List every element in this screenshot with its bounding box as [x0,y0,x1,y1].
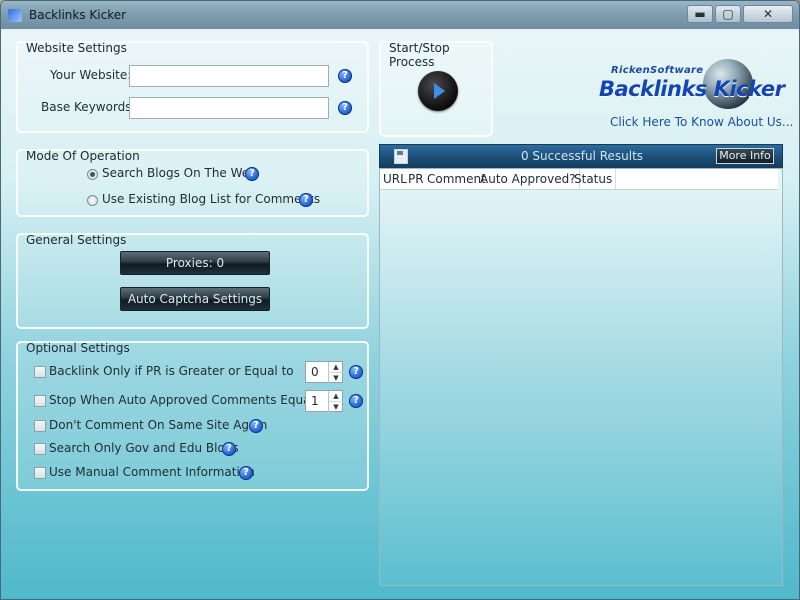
min-pr-stepper[interactable]: 0 ▲ ▼ [305,361,343,383]
checkbox-same-site-label[interactable]: Don't Comment On Same Site Again [49,418,267,432]
app-icon [8,9,22,22]
spin-down-icon[interactable]: ▼ [328,401,343,412]
stop-count-stepper[interactable]: 1 ▲ ▼ [305,390,343,412]
help-icon[interactable]: ? [249,419,263,433]
about-us-link[interactable]: Click Here To Know About Us... [610,115,793,129]
checkbox-manual-comment[interactable] [34,467,46,479]
checkbox-manual-comment-label[interactable]: Use Manual Comment Information [49,465,255,479]
checkbox-stop-auto-approved[interactable] [34,395,46,407]
column-status[interactable]: Status [571,169,617,189]
spin-up-icon[interactable]: ▲ [328,362,343,372]
help-icon[interactable]: ? [338,101,352,115]
spin-up-icon[interactable]: ▲ [328,391,343,401]
mode-of-operation-title: Mode Of Operation [26,149,140,163]
website-settings-title: Website Settings [26,41,127,55]
window-title: Backlinks Kicker [29,8,127,22]
base-keywords-label: Base Keywords: [41,100,136,114]
brand-logo: RickenSoftware Backlinks Kicker [599,59,785,123]
spin-down-icon[interactable]: ▼ [328,372,343,383]
start-stop-title: Start/Stop Process [389,41,450,69]
radio-existing-blog-list-label[interactable]: Use Existing Blog List for Comments [102,192,320,206]
optional-settings-title: Optional Settings [26,341,130,355]
mode-of-operation-group: Mode Of Operation Search Blogs On The We… [16,149,369,217]
optional-settings-group: Optional Settings Backlink Only if PR is… [16,341,369,491]
close-button[interactable]: ✕ [743,5,793,23]
results-column-headers: URL PR Comment Auto Approved? Status [380,169,778,190]
help-icon[interactable]: ? [245,167,259,181]
general-settings-group: General Settings Proxies: 0 Auto Captcha… [16,233,369,329]
checkbox-min-pr-label[interactable]: Backlink Only if PR is Greater or Equal … [49,364,294,378]
start-stop-button[interactable] [418,71,458,111]
radio-existing-blog-list[interactable] [87,195,98,206]
app-window: Backlinks Kicker ▬ ▢ ✕ Website Settings … [0,0,800,600]
your-website-label: Your Website: [50,68,132,82]
help-icon[interactable]: ? [299,193,313,207]
min-pr-value[interactable]: 0 [311,365,319,379]
your-website-input[interactable] [129,65,329,87]
website-settings-group: Website Settings Your Website: ? Base Ke… [16,41,369,133]
base-keywords-input[interactable] [129,97,329,119]
checkbox-same-site[interactable] [34,420,46,432]
logo-company-text: RickenSoftware [611,65,704,76]
minimize-button[interactable]: ▬ [687,5,713,23]
checkbox-gov-edu-label[interactable]: Search Only Gov and Edu Blogs [49,441,239,455]
checkbox-gov-edu[interactable] [34,443,46,455]
results-table[interactable]: URL PR Comment Auto Approved? Status [379,168,783,586]
stop-count-value[interactable]: 1 [311,394,319,408]
logo-product-text: Backlinks Kicker [599,77,785,101]
results-header: 0 Successful Results More Info [379,144,783,168]
column-auto-approved[interactable]: Auto Approved? [477,169,580,189]
help-icon[interactable]: ? [349,394,363,408]
radio-search-blogs-label[interactable]: Search Blogs On The Web [102,166,257,180]
general-settings-title: General Settings [26,233,127,247]
help-icon[interactable]: ? [349,365,363,379]
more-info-button[interactable]: More Info [716,148,774,164]
proxies-button[interactable]: Proxies: 0 [120,251,270,275]
help-icon[interactable]: ? [239,466,253,480]
radio-search-blogs[interactable] [87,169,98,180]
play-icon [434,83,445,99]
help-icon[interactable]: ? [222,442,236,456]
auto-captcha-settings-button[interactable]: Auto Captcha Settings [120,287,270,311]
help-icon[interactable]: ? [338,69,352,83]
maximize-button[interactable]: ▢ [715,5,741,23]
checkbox-stop-auto-approved-label[interactable]: Stop When Auto Approved Comments Equal t… [49,393,330,407]
checkbox-min-pr[interactable] [34,366,46,378]
title-bar[interactable]: Backlinks Kicker ▬ ▢ ✕ [1,1,799,29]
